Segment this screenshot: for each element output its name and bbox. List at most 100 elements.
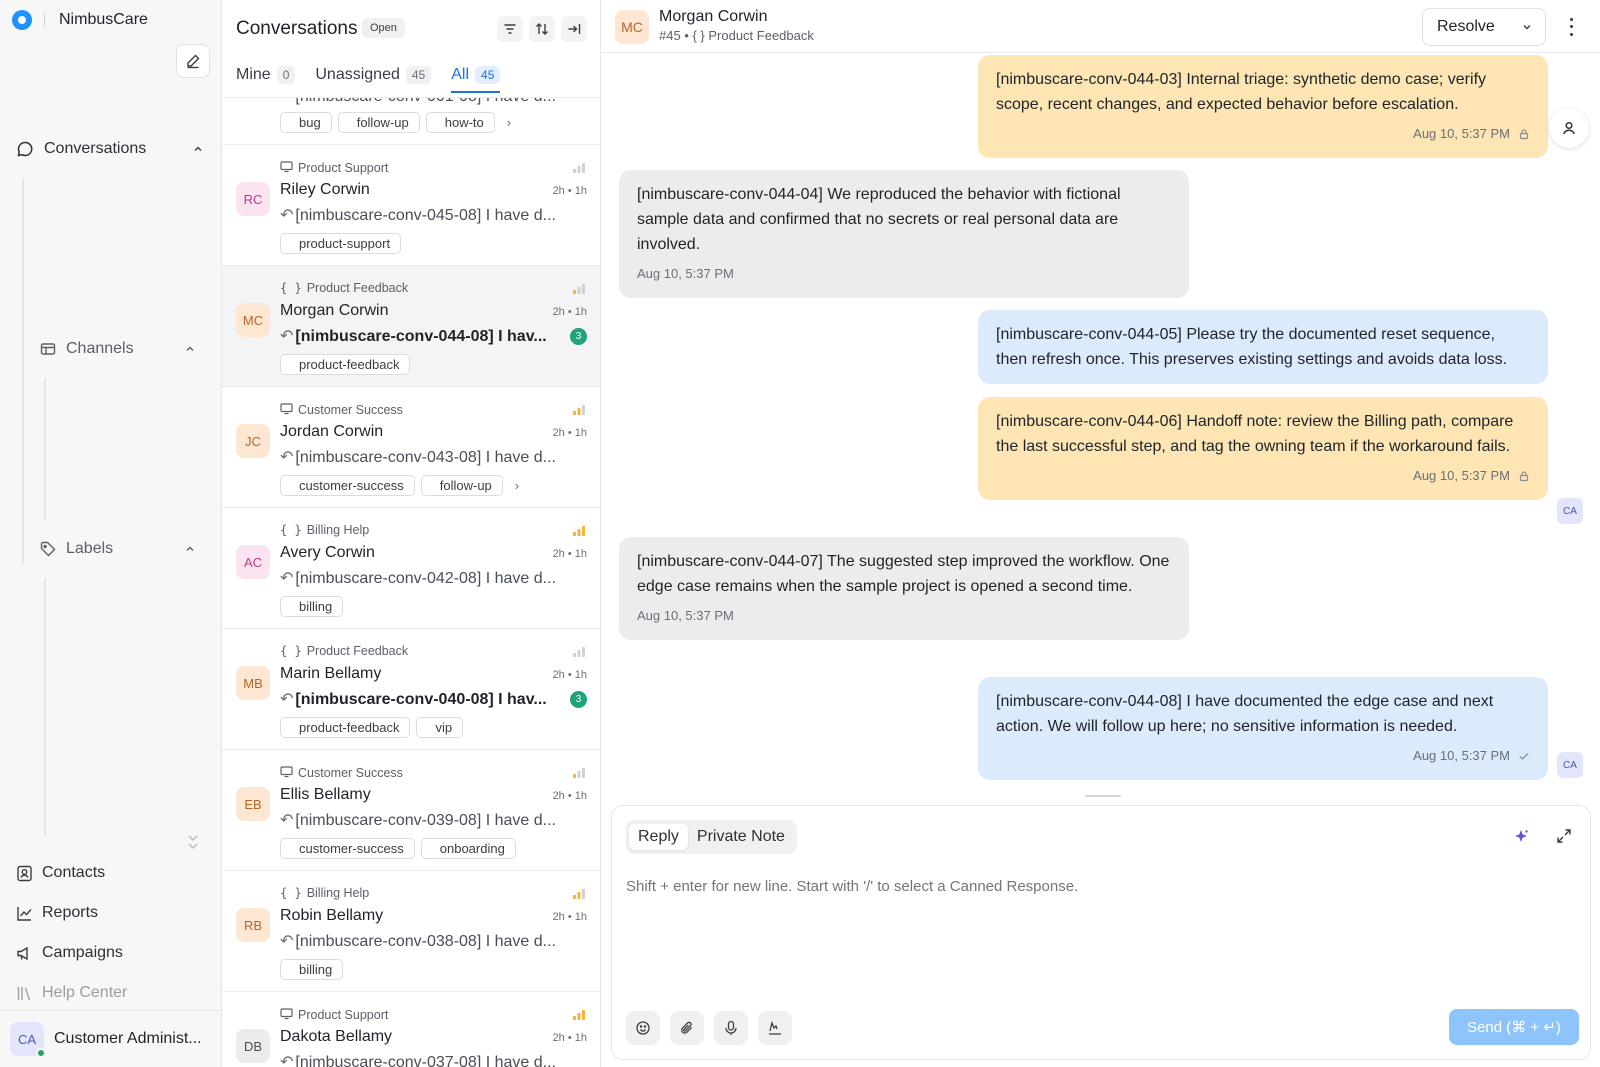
avatar: JC bbox=[236, 424, 270, 458]
label-chip: product-feedback bbox=[280, 717, 411, 738]
more-options-icon[interactable] bbox=[1563, 16, 1579, 38]
message-text: [nimbuscare-conv-044-05] Please try the … bbox=[996, 326, 1508, 368]
conversation-preview: ↶ [nimbuscare-conv-043-08] I have d... bbox=[280, 449, 556, 466]
nav-contacts-label: Contacts bbox=[42, 864, 106, 881]
priority-icon bbox=[573, 768, 585, 778]
reply-arrow-icon: ↶ bbox=[280, 570, 294, 587]
conversation-item[interactable]: MB { } Product Feedback Marin Bellamy 2h … bbox=[222, 629, 600, 750]
label-chip: bug bbox=[280, 112, 332, 133]
signature-button[interactable] bbox=[758, 1011, 792, 1045]
web-inbox-icon bbox=[280, 161, 293, 173]
audio-button[interactable] bbox=[714, 1011, 748, 1045]
sort-button[interactable] bbox=[529, 16, 555, 42]
chevron-up-icon[interactable] bbox=[184, 343, 196, 355]
send-button[interactable]: Send (⌘ + ↵) bbox=[1449, 1009, 1579, 1045]
conversation-preview: ↶ [nimbuscare-conv-038-08] I have d... bbox=[280, 933, 556, 950]
ai-sparkle-icon[interactable] bbox=[1512, 828, 1530, 846]
brand[interactable]: NimbusCare bbox=[12, 10, 148, 30]
reply-arrow-icon: ↶ bbox=[280, 449, 294, 466]
avatar: CA bbox=[10, 1022, 46, 1058]
label-chip: billing bbox=[280, 596, 344, 617]
chevron-up-icon[interactable] bbox=[184, 543, 196, 555]
resolve-button[interactable]: Resolve bbox=[1422, 8, 1546, 46]
contact-name[interactable]: Morgan Corwin bbox=[659, 8, 767, 26]
priority-icon bbox=[573, 405, 585, 415]
tree-guide bbox=[44, 578, 46, 836]
emoji-button[interactable] bbox=[626, 1011, 660, 1045]
inbox-name: Product Support bbox=[280, 160, 388, 176]
web-inbox-icon bbox=[280, 766, 293, 778]
sort-icon bbox=[536, 23, 548, 35]
conversation-item[interactable]: RB { } Billing Help Robin Bellamy 2h • 1h… bbox=[222, 871, 600, 992]
conversation-item[interactable]: RC Product Support Riley Corwin 2h • 1h … bbox=[222, 145, 600, 266]
compose-button[interactable] bbox=[176, 44, 210, 78]
conversation-item[interactable]: MC { } Product Feedback Morgan Corwin 2h … bbox=[222, 266, 600, 387]
chevron-right-icon[interactable]: › bbox=[515, 478, 519, 493]
inbox-name: { } Product Feedback bbox=[280, 281, 409, 295]
contact-panel-toggle[interactable] bbox=[1549, 108, 1589, 148]
label-chip: billing bbox=[280, 959, 344, 980]
conversation-labels: product-feedback vip bbox=[280, 717, 469, 738]
nav-help-center[interactable]: Help Center bbox=[16, 984, 127, 1002]
message-input[interactable] bbox=[626, 878, 1566, 895]
reply-arrow-icon: ↶ bbox=[280, 207, 294, 224]
incoming-message: [nimbuscare-conv-044-07] The suggested s… bbox=[619, 537, 1189, 640]
arrow-to-right-icon bbox=[568, 24, 581, 34]
filter-button[interactable] bbox=[497, 16, 523, 42]
contact-name: Robin Bellamy bbox=[280, 907, 384, 924]
nav-reports[interactable]: Reports bbox=[16, 904, 98, 922]
inbox-name: { } Billing Help bbox=[280, 523, 370, 537]
label-chip: customer-success bbox=[280, 475, 415, 496]
nav-labels[interactable]: Labels bbox=[40, 540, 200, 558]
collapse-list-button[interactable] bbox=[561, 16, 587, 42]
tab-unassigned[interactable]: Unassigned 45 bbox=[315, 66, 432, 92]
tab-all[interactable]: All 45 bbox=[451, 66, 501, 93]
tab-private-note[interactable]: Private Note bbox=[688, 824, 794, 850]
avatar: EB bbox=[236, 787, 270, 821]
status-filter-pill[interactable]: Open bbox=[362, 18, 405, 38]
chevron-right-icon[interactable]: › bbox=[507, 115, 511, 130]
conversation-time: 2h • 1h bbox=[552, 548, 587, 560]
nav-conversations[interactable]: Conversations bbox=[16, 140, 206, 158]
message-text: [nimbuscare-conv-044-07] The suggested s… bbox=[637, 553, 1170, 595]
avatar[interactable]: MC bbox=[615, 10, 649, 44]
message-meta: Aug 10, 5:37 PM bbox=[637, 603, 1171, 628]
attach-button[interactable] bbox=[670, 1011, 704, 1045]
chat-bubble-icon bbox=[17, 141, 33, 157]
label-chip: product-support bbox=[280, 233, 402, 254]
microphone-icon bbox=[725, 1020, 737, 1035]
contact-name: Avery Corwin bbox=[280, 544, 375, 561]
nav-labels-label: Labels bbox=[66, 540, 114, 557]
conversation-time: 2h • 1h bbox=[552, 669, 587, 681]
nav-campaigns[interactable]: Campaigns bbox=[16, 944, 123, 962]
tab-mine[interactable]: Mine 0 bbox=[236, 66, 296, 92]
brand-name: NimbusCare bbox=[59, 11, 148, 28]
chevron-up-icon[interactable] bbox=[192, 143, 204, 155]
nav-channels[interactable]: Channels bbox=[40, 340, 200, 358]
conversation-item[interactable]: JC Customer Success Jordan Corwin 2h • 1… bbox=[222, 387, 600, 508]
conversation-item[interactable]: EB Customer Success Ellis Bellamy 2h • 1… bbox=[222, 750, 600, 871]
expand-icon[interactable] bbox=[1556, 828, 1572, 844]
tab-reply[interactable]: Reply bbox=[629, 824, 688, 850]
label-chip: how-to bbox=[425, 112, 495, 133]
sent-check-icon bbox=[1519, 752, 1529, 760]
user-profile[interactable]: CA Customer Administ... bbox=[0, 1010, 222, 1067]
conversation-item[interactable]: DB Product Support Dakota Bellamy 2h • 1… bbox=[222, 992, 600, 1067]
conversation-meta: #45 • { } Product Feedback bbox=[659, 28, 814, 43]
composer-resize-handle[interactable] bbox=[1085, 795, 1121, 797]
conversation-time: 2h • 1h bbox=[552, 185, 587, 197]
avatar: DB bbox=[236, 1029, 270, 1063]
priority-icon bbox=[573, 284, 585, 294]
conversation-item[interactable]: AC { } Billing Help Avery Corwin 2h • 1h … bbox=[222, 508, 600, 629]
inbox-name: Product Support bbox=[280, 1007, 388, 1023]
agent-avatar: CA bbox=[1557, 752, 1583, 778]
help-center-icon bbox=[17, 986, 31, 1000]
message-time: Aug 10, 5:37 PM bbox=[637, 608, 734, 623]
unread-count-badge: 3 bbox=[570, 328, 587, 345]
nav-contacts[interactable]: Contacts bbox=[16, 864, 105, 882]
chevron-down-icon[interactable] bbox=[1521, 21, 1533, 33]
scroll-more-icon[interactable] bbox=[186, 832, 200, 854]
conversation-preview: ↶ [nimbuscare-conv-040-08] I hav... bbox=[280, 691, 547, 708]
channels-icon bbox=[40, 343, 56, 355]
message-time: Aug 10, 5:37 PM bbox=[1413, 126, 1510, 141]
